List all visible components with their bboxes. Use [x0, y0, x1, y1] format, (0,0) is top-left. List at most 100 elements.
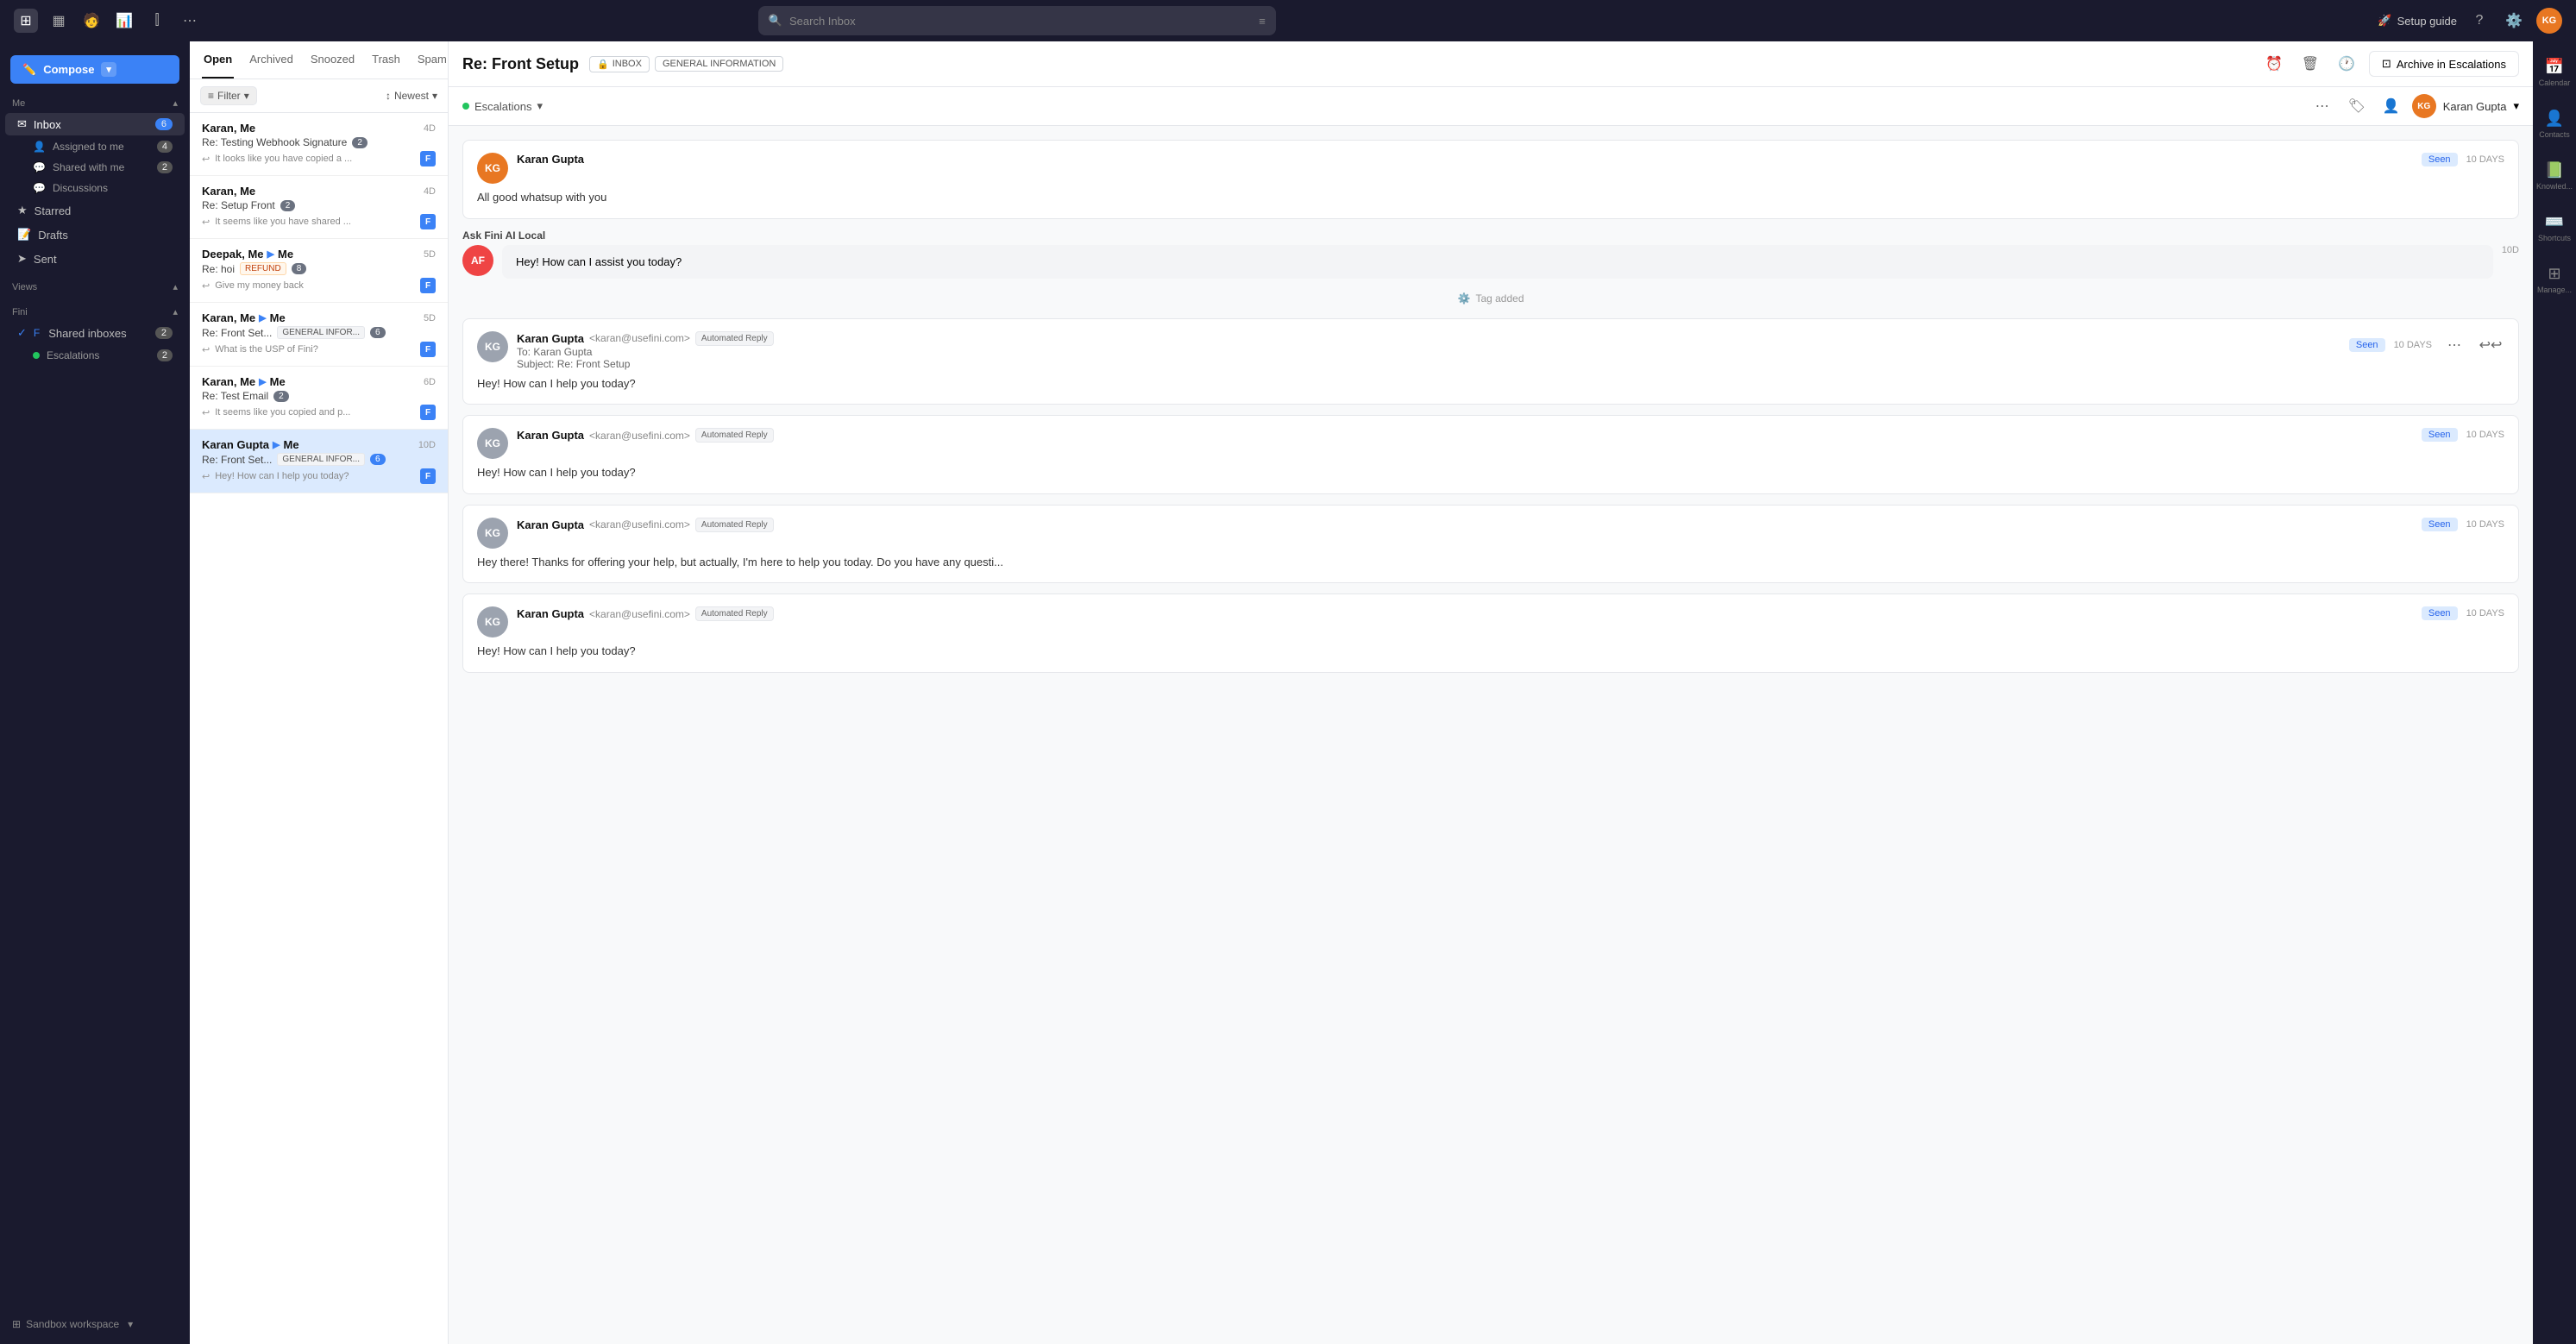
msg5-body: Hey there! Thanks for offering your help… — [477, 554, 2504, 571]
assignee-bar: Escalations ▾ ⋯ 🏷 👤 KG Karan Gupta ▾ — [449, 87, 2533, 126]
compose-icon: ✏️ — [22, 63, 36, 77]
msg6-email: <karan@usefini.com> — [589, 608, 690, 620]
thread-list: Open Archived Snoozed Trash Spam ≡ Filte… — [190, 41, 449, 1344]
tab-open[interactable]: Open — [202, 41, 234, 79]
escalations-selector[interactable]: Escalations ▾ — [462, 99, 543, 113]
sidebar-item-starred[interactable]: ★ Starred — [5, 199, 185, 222]
msg6-auto-badge: Automated Reply — [695, 606, 774, 621]
general-info-tag[interactable]: GENERAL INFORMATION — [655, 56, 783, 72]
sandbox-workspace[interactable]: ⊞ Sandbox workspace ▾ — [0, 1311, 190, 1337]
thread-item-5[interactable]: Karan, Me ▶ Me 6D Re: Test Email 2 ↩ It … — [190, 367, 448, 430]
msg5-time: 10 DAYS — [2466, 519, 2504, 530]
search-input[interactable] — [789, 15, 1252, 28]
filter-icon: ≡ — [208, 90, 214, 102]
me-section-header[interactable]: Me ▴ — [0, 94, 190, 112]
sidebar-item-shared-with-me[interactable]: 💬 Shared with me 2 — [5, 158, 185, 177]
rp-contacts[interactable]: 👤 Contacts — [2537, 100, 2572, 148]
rp-shortcuts[interactable]: ⌨️ Shortcuts — [2537, 204, 2572, 252]
msg4-body: Hey! How can I help you today? — [477, 464, 2504, 481]
msg1-seen: Seen — [2422, 153, 2458, 166]
inbox-tag[interactable]: 🔒 INBOX — [589, 56, 650, 72]
msg1-time: 10 DAYS — [2466, 154, 2504, 165]
assignee-avatar[interactable]: KG — [2412, 94, 2436, 118]
setup-guide-button[interactable]: 🚀 Setup guide — [2378, 14, 2457, 28]
messages-area: KG Karan Gupta Seen 10 DAYS All good wha… — [449, 126, 2533, 1344]
drafts-icon: 📝 — [17, 228, 31, 242]
msg3-reply-button[interactable]: ↩↩ — [2477, 331, 2504, 359]
thread-item-4[interactable]: Karan, Me ▶ Me 5D Re: Front Set... GENER… — [190, 303, 448, 367]
msg5-email: <karan@usefini.com> — [589, 518, 690, 531]
gear-event-icon: ⚙️ — [1457, 292, 1470, 305]
main-layout: ✏️ Compose ▾ Me ▴ ✉ Inbox 6 👤 Assigned t… — [0, 41, 2576, 1344]
conversation-pane: Re: Front Setup 🔒 INBOX GENERAL INFORMAT… — [449, 41, 2533, 1344]
topbar: ⊞ ▦ 🧑 📊 ⫿ ⋯ 🔍 ≡ 🚀 Setup guide ? ⚙️ KG — [0, 0, 2576, 41]
topbar-app-icons: ⊞ ▦ 🧑 📊 ⫿ ⋯ — [14, 9, 202, 33]
more-dots-icon[interactable]: ⋯ — [178, 9, 202, 33]
user-avatar[interactable]: KG — [2536, 8, 2562, 34]
green-status-dot — [462, 103, 469, 110]
thread-item-6[interactable]: Karan Gupta ▶ Me 10D Re: Front Set... GE… — [190, 430, 448, 493]
message-5: KG Karan Gupta <karan@usefini.com> Autom… — [462, 505, 2519, 584]
topbar-right: 🚀 Setup guide ? ⚙️ KG — [2378, 8, 2562, 34]
sidebar-item-drafts[interactable]: 📝 Drafts — [5, 223, 185, 246]
msg2-time: 10D — [2502, 245, 2519, 255]
sidebar: ✏️ Compose ▾ Me ▴ ✉ Inbox 6 👤 Assigned t… — [0, 41, 190, 1344]
msg1-body: All good whatsup with you — [477, 189, 2504, 206]
grid-icon[interactable]: ▦ — [47, 9, 71, 33]
share-icon: 💬 — [33, 161, 46, 173]
sidebar-item-discussions[interactable]: 💬 Discussions — [5, 179, 185, 198]
msg3-seen: Seen — [2349, 338, 2385, 352]
message-4: KG Karan Gupta <karan@usefini.com> Autom… — [462, 415, 2519, 494]
sidebar-item-escalations[interactable]: Escalations 2 — [5, 346, 185, 365]
sidebar-item-shared-inboxes[interactable]: ✓ F Shared inboxes 2 — [5, 322, 185, 344]
manage-icon: ⊞ — [2548, 265, 2560, 283]
home-icon[interactable]: ⊞ — [14, 9, 38, 33]
compose-button[interactable]: ✏️ Compose ▾ — [10, 55, 179, 84]
newest-sort-button[interactable]: ↕ Newest ▾ — [386, 90, 437, 102]
views-section-header[interactable]: Views ▴ — [0, 278, 190, 296]
more-options-button[interactable]: ⋯ — [2309, 92, 2336, 120]
columns-icon[interactable]: ⫿ — [145, 9, 169, 33]
rp-knowledge[interactable]: 📗 Knowled... — [2537, 152, 2572, 200]
msg6-seen: Seen — [2422, 606, 2458, 620]
rp-calendar[interactable]: 📅 Calendar — [2537, 48, 2572, 97]
bar-chart-icon[interactable]: 📊 — [112, 9, 136, 33]
msg4-time: 10 DAYS — [2466, 430, 2504, 440]
archive-button[interactable]: ⊡ Archive in Escalations — [2369, 51, 2519, 77]
tab-spam[interactable]: Spam — [416, 41, 449, 79]
clock-button[interactable]: 🕐 — [2333, 50, 2360, 78]
inbox-icon: ✉ — [17, 117, 27, 131]
rp-manage[interactable]: ⊞ Manage... — [2537, 255, 2572, 304]
tab-archived[interactable]: Archived — [248, 41, 295, 79]
escalations-badge: 2 — [157, 349, 173, 361]
alarm-button[interactable]: ⏰ — [2260, 50, 2288, 78]
tag-button[interactable]: 🏷 — [2343, 92, 2371, 120]
msg2-avatar: AF — [462, 245, 493, 276]
sidebar-item-sent[interactable]: ➤ Sent — [5, 248, 185, 270]
tab-trash[interactable]: Trash — [370, 41, 402, 79]
settings-icon[interactable]: ⚙️ — [2502, 9, 2526, 33]
thread-item-1[interactable]: Karan, Me 4D Re: Testing Webhook Signatu… — [190, 113, 448, 176]
help-icon[interactable]: ? — [2467, 9, 2491, 33]
msg3-more-button[interactable]: ⋯ — [2441, 331, 2468, 359]
sidebar-item-inbox[interactable]: ✉ Inbox 6 — [5, 113, 185, 135]
contacts-icon: 👤 — [2545, 110, 2564, 128]
fini-section-header[interactable]: Fini ▴ — [0, 303, 190, 321]
user-square-icon[interactable]: 🧑 — [79, 9, 104, 33]
assign-button[interactable]: 👤 — [2378, 92, 2405, 120]
checkmark-icon: ✓ — [17, 326, 27, 340]
ai-message-body: Hey! How can I assist you today? — [516, 255, 682, 268]
msg3-subject: Subject: Re: Front Setup — [517, 358, 2340, 370]
tab-snoozed[interactable]: Snoozed — [309, 41, 356, 79]
sent-icon: ➤ — [17, 252, 27, 266]
thread-item-3[interactable]: Deepak, Me ▶ Me 5D Re: hoi REFUND 8 ↩ Gi… — [190, 239, 448, 303]
filter-button[interactable]: ≡ Filter ▾ — [200, 86, 257, 105]
thread-item-2[interactable]: Karan, Me 4D Re: Setup Front 2 ↩ It seem… — [190, 176, 448, 239]
msg4-email: <karan@usefini.com> — [589, 430, 690, 442]
search-bar[interactable]: 🔍 ≡ — [758, 6, 1276, 35]
sidebar-item-assigned-to-me[interactable]: 👤 Assigned to me 4 — [5, 137, 185, 156]
compose-dropdown-arrow[interactable]: ▾ — [101, 62, 116, 77]
msg4-seen: Seen — [2422, 428, 2458, 442]
shared-inboxes-badge: 2 — [155, 327, 173, 339]
delete-button[interactable]: 🗑 — [2296, 50, 2324, 78]
